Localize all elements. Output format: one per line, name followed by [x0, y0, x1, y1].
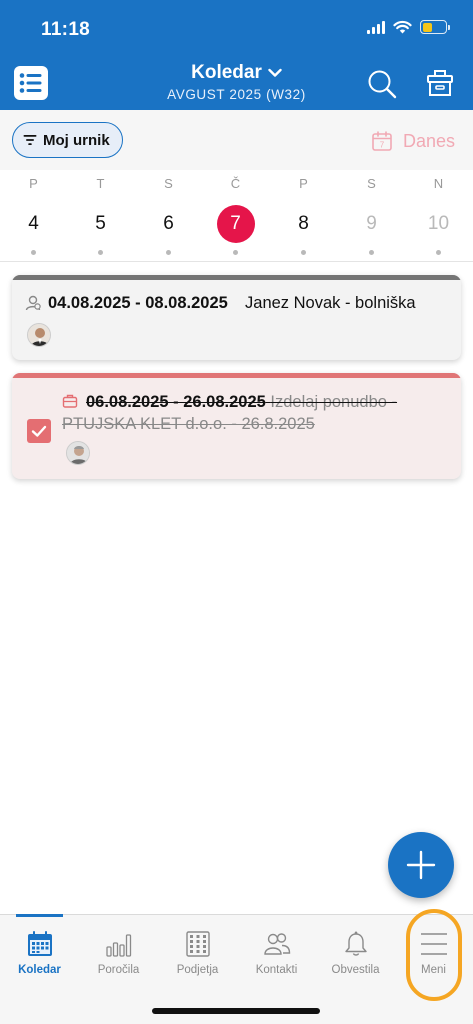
- completed-checkbox[interactable]: [27, 419, 51, 443]
- day-cell-wednesday[interactable]: S 6: [135, 170, 202, 262]
- building-icon: [185, 931, 210, 957]
- day-number: 8: [298, 213, 309, 234]
- event-date-range: 06.08.2025 - 26.08.2025: [86, 393, 266, 411]
- filter-icon: [23, 135, 37, 145]
- bell-icon: [344, 931, 367, 956]
- cellular-signal-icon: [367, 20, 385, 34]
- nav-item-companies[interactable]: Podjetja: [158, 915, 237, 995]
- app-header: 11:18 Koledar AVGUST 2025 (W32): [0, 0, 473, 110]
- nav-label: Obvestila: [331, 964, 380, 976]
- contacts-icon: [263, 933, 290, 955]
- add-event-button[interactable]: [388, 832, 454, 898]
- active-tab-indicator: [16, 914, 63, 917]
- weekday-letter: S: [367, 176, 376, 191]
- weekday-letter: Č: [230, 176, 241, 191]
- week-strip: P 4 T 5 S 6 Č 7 P 8 S 9 N 10: [0, 170, 473, 262]
- day-cell-tuesday[interactable]: T 5: [67, 170, 134, 262]
- nav-item-reports[interactable]: Poročila: [79, 915, 158, 995]
- event-date-range: 04.08.2025 - 08.08.2025: [48, 294, 228, 312]
- event-color-bar: [12, 275, 461, 280]
- weekday-letter: P: [29, 176, 38, 191]
- briefcase-icon: [62, 394, 78, 408]
- event-color-bar: [12, 373, 461, 378]
- menu-highlight-annotation: [406, 909, 462, 1001]
- nav-label: Kontakti: [255, 964, 298, 976]
- filter-bar: Moj urnik 7 Danes: [0, 110, 473, 170]
- home-indicator: [152, 1008, 320, 1014]
- day-number: 4: [28, 213, 39, 234]
- event-card[interactable]: 04.08.2025 - 08.08.2025 Janez Novak - bo…: [12, 275, 461, 360]
- calendar-title-selector[interactable]: Koledar AVGUST 2025 (W32): [0, 62, 473, 102]
- battery-icon: [420, 20, 450, 34]
- today-label: Danes: [402, 130, 455, 151]
- event-dot: [436, 250, 441, 255]
- period-subtitle: AVGUST 2025 (W32): [167, 87, 306, 102]
- absence-icon: [25, 295, 41, 311]
- checkmark-icon: [31, 425, 47, 437]
- calendar-today-icon: 7: [372, 131, 392, 151]
- nav-label: Poročila: [97, 964, 140, 976]
- weekday-letter: P: [299, 176, 308, 191]
- page-title: Koledar: [191, 62, 262, 83]
- event-title: Izdelaj ponudbo -: [270, 393, 398, 411]
- day-number: 6: [163, 213, 174, 234]
- nav-label: Podjetja: [176, 964, 219, 976]
- event-dot: [369, 250, 374, 255]
- nav-item-calendar[interactable]: Koledar: [0, 914, 79, 995]
- day-number: 5: [95, 213, 106, 234]
- nav-item-contacts[interactable]: Kontakti: [237, 915, 316, 995]
- search-button[interactable]: [366, 68, 398, 100]
- weekday-letter: S: [164, 176, 173, 191]
- selected-day-number: 7: [216, 205, 255, 243]
- event-dot: [233, 250, 238, 255]
- search-icon: [368, 70, 397, 99]
- day-cell-friday[interactable]: P 8: [270, 170, 337, 262]
- event-title: Janez Novak - bolniška: [245, 294, 416, 312]
- day-cell-thursday[interactable]: Č 7: [202, 170, 269, 262]
- nav-label: Koledar: [18, 964, 61, 976]
- bar-chart-icon: [105, 934, 131, 957]
- nav-item-notifications[interactable]: Obvestila: [316, 915, 395, 995]
- event-dot: [301, 250, 306, 255]
- plus-icon: [406, 850, 436, 880]
- wifi-icon: [393, 20, 412, 34]
- my-schedule-filter-chip[interactable]: Moj urnik: [12, 122, 123, 158]
- weekday-letter: T: [96, 176, 105, 191]
- day-cell-monday[interactable]: P 4: [0, 170, 67, 262]
- chevron-down-icon: [268, 68, 282, 77]
- weekday-letter: N: [433, 176, 444, 191]
- day-cell-saturday[interactable]: S 9: [338, 170, 405, 262]
- event-dot: [166, 250, 171, 255]
- archive-box-icon: [427, 70, 453, 96]
- day-number: 9: [366, 213, 377, 234]
- event-dot: [31, 250, 36, 255]
- event-card-completed[interactable]: 06.08.2025 - 26.08.2025 Izdelaj ponudbo …: [12, 373, 461, 479]
- today-button[interactable]: 7 Danes: [371, 130, 455, 152]
- status-icons: [367, 20, 450, 34]
- avatar: [27, 323, 51, 347]
- archive-button[interactable]: [424, 67, 456, 99]
- status-time: 11:18: [41, 19, 91, 40]
- filter-chip-label: Moj urnik: [43, 131, 110, 149]
- calendar-icon: [27, 931, 52, 956]
- svg-text:7: 7: [380, 141, 385, 150]
- event-dot: [98, 250, 103, 255]
- event-title-line2: PTUJSKA KLET d.o.o. - 26.8.2025: [62, 415, 315, 433]
- avatar: [66, 441, 90, 465]
- day-number: 10: [427, 213, 450, 234]
- day-cell-sunday[interactable]: N 10: [405, 170, 472, 262]
